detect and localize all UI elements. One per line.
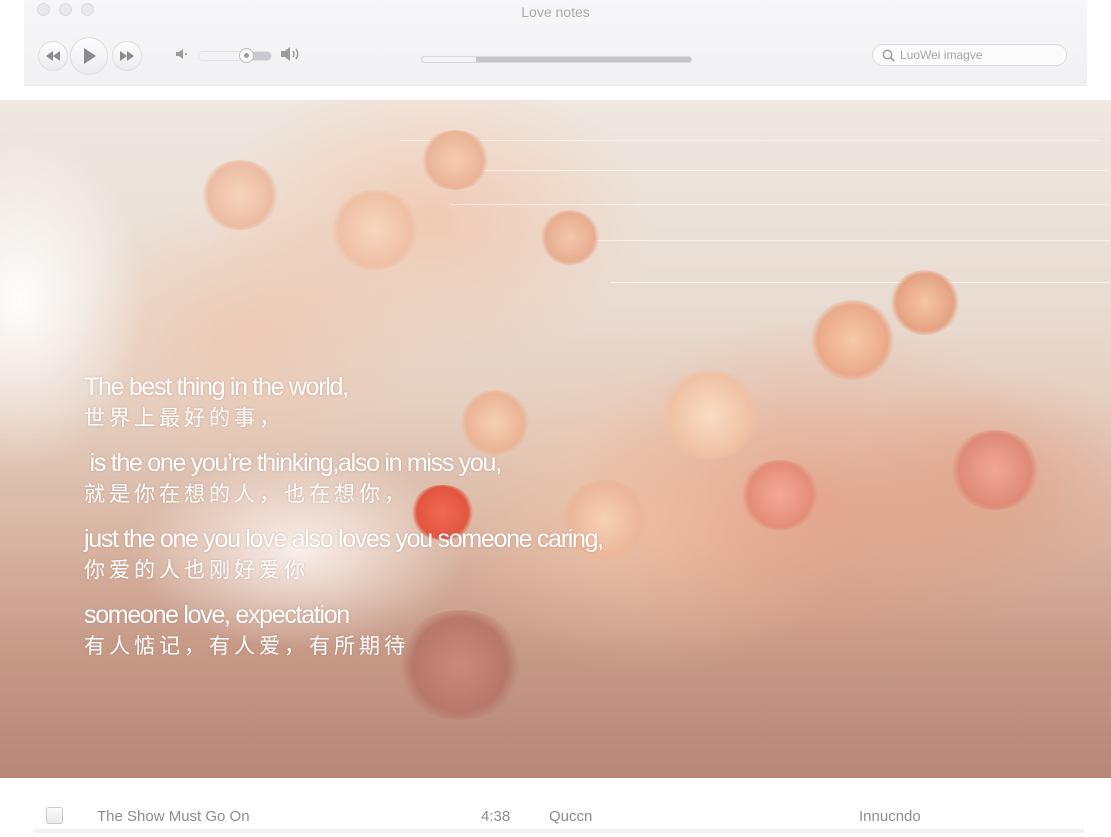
- speaker-low-icon: [175, 47, 189, 66]
- lyric-line-chinese: 有人惦记，有人爱，有所期待: [84, 634, 409, 658]
- water-ripple: [450, 204, 1110, 205]
- lyric-line-english: The best thing in the world,: [84, 373, 349, 401]
- water-ripple: [430, 170, 1110, 171]
- lyric-line-chinese: 世界上最好的事，: [84, 406, 284, 430]
- track-album: Innucndo: [859, 808, 921, 825]
- rose-flower: [890, 270, 960, 335]
- track-title: The Show Must Go On: [97, 808, 250, 825]
- rose-flower: [660, 370, 760, 460]
- speaker-high-icon: [280, 46, 302, 67]
- lyric-verse: just the one you love also loves you som…: [84, 524, 604, 586]
- rose-flower: [740, 460, 820, 530]
- rose-flower: [540, 210, 600, 265]
- rose-flower: [200, 160, 280, 230]
- rose-flower: [810, 300, 895, 380]
- search-input[interactable]: [900, 46, 1060, 64]
- track-duration: 4:38: [481, 808, 511, 825]
- lyric-verse: The best thing in the world, 世界上最好的事，: [84, 372, 603, 434]
- lyric-line-chinese: 你爱的人也刚好爱你: [84, 558, 309, 582]
- lyric-line-english: is the one you’re thinking,also in miss …: [84, 449, 502, 477]
- lyric-verse: is the one you’re thinking,also in miss …: [84, 448, 603, 510]
- lyric-line-chinese: 就是你在想的人，也在想你，: [84, 482, 409, 506]
- water-ripple: [400, 140, 1100, 141]
- next-button[interactable]: [112, 41, 142, 71]
- previous-button[interactable]: [38, 41, 68, 71]
- fast-forward-icon: [120, 51, 134, 61]
- lyric-line-english: just the one you love also loves you som…: [84, 525, 604, 553]
- rewind-icon: [46, 51, 60, 61]
- lyric-line-english: someone love, expectation: [84, 601, 350, 629]
- track-row[interactable]: The Show Must Go On 4:38 Quccn Innucndo: [34, 798, 1084, 833]
- track-artist: Quccn: [549, 808, 593, 825]
- window-title: Love notes: [521, 4, 590, 20]
- player-toolbar: Love notes: [24, 0, 1087, 86]
- water-ripple: [610, 282, 1110, 283]
- track-checkbox[interactable]: [46, 807, 63, 824]
- rose-flower: [330, 190, 420, 270]
- play-button[interactable]: [70, 37, 108, 75]
- rose-flower: [950, 430, 1040, 510]
- volume-slider[interactable]: [198, 51, 272, 61]
- lyrics-panel: The best thing in the world, 世界上最好的事， is…: [84, 372, 604, 676]
- volume-knob[interactable]: [238, 48, 254, 63]
- search-box[interactable]: [872, 44, 1067, 66]
- album-artwork: The best thing in the world, 世界上最好的事， is…: [0, 100, 1111, 778]
- rose-flower: [420, 130, 490, 190]
- lyric-verse: someone love, expectation 有人惦记，有人爱，有所期待: [84, 600, 603, 662]
- water-ripple: [550, 240, 1110, 241]
- playback-progress-bar[interactable]: [421, 56, 692, 63]
- play-icon: [82, 48, 96, 64]
